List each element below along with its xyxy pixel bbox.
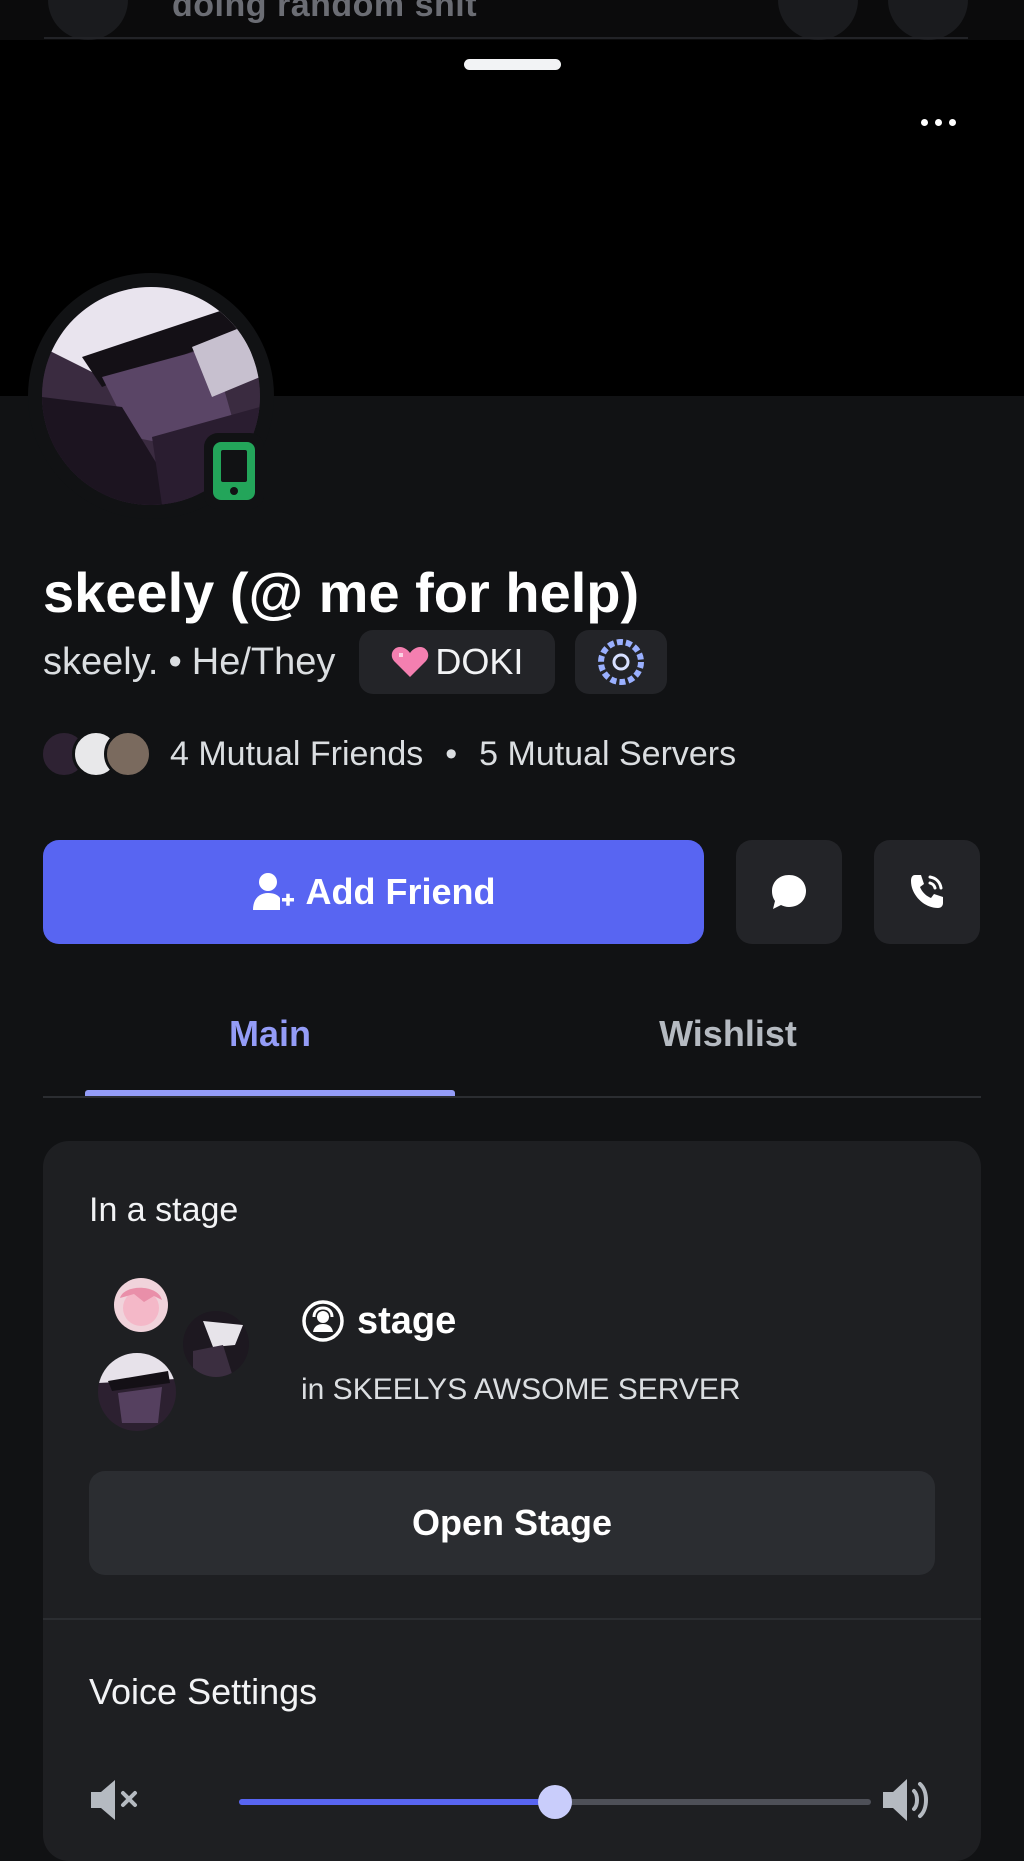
profile-tabs: Main Wishlist (43, 990, 981, 1098)
call-button[interactable] (874, 840, 980, 944)
add-user-icon (252, 873, 294, 910)
mutual-friend-avatar (104, 730, 152, 778)
members-icon (778, 0, 858, 40)
chat-bubble-icon (772, 875, 806, 909)
more-options-button[interactable] (908, 102, 968, 142)
sheet-drag-handle[interactable] (464, 59, 561, 70)
add-friend-button[interactable]: Add Friend (43, 840, 704, 944)
mobile-status-badge (204, 433, 264, 509)
message-button[interactable] (736, 840, 842, 944)
volume-mute-icon[interactable] (89, 1777, 145, 1823)
add-friend-label: Add Friend (305, 871, 496, 912)
server-tag[interactable]: DOKI (359, 630, 556, 694)
pronouns: He/They (191, 640, 336, 683)
more-icon (888, 0, 968, 40)
activity-card: In a stage stage in SKEELYS AWSOME SERVE… (43, 1141, 981, 1861)
stage-title-row: stage (301, 1299, 456, 1343)
volume-slider-fill (239, 1799, 555, 1805)
more-dot-icon (948, 118, 956, 126)
phone-call-icon (911, 875, 943, 908)
server-tag-label: DOKI (435, 641, 524, 682)
back-icon (48, 0, 128, 40)
more-dot-icon (920, 118, 928, 126)
stage-server-name: in SKEELYS AWSOME SERVER (301, 1373, 741, 1406)
volume-max-icon[interactable] (881, 1775, 935, 1825)
stage-participant-avatar (98, 1353, 176, 1431)
username: skeely. (43, 640, 159, 683)
open-stage-button[interactable]: Open Stage (89, 1471, 935, 1575)
mutual-friends-count[interactable]: 4 Mutual Friends (170, 735, 423, 774)
tab-wishlist[interactable]: Wishlist (543, 990, 913, 1078)
stage-icon (302, 1300, 344, 1342)
more-dot-icon (934, 118, 942, 126)
stage-name: stage (357, 1299, 457, 1342)
volume-slider-row (89, 1769, 935, 1829)
profile-badge[interactable] (575, 630, 668, 694)
mutuals-row[interactable]: 4 Mutual Friends • 5 Mutual Servers (40, 726, 736, 782)
laurel-badge-icon (598, 639, 645, 685)
voice-settings-heading: Voice Settings (89, 1671, 318, 1712)
volume-slider-thumb[interactable] (538, 1785, 572, 1819)
tab-main[interactable]: Main (85, 990, 455, 1078)
activity-heading: In a stage (89, 1191, 239, 1229)
display-name: skeely (@ me for help) (43, 561, 640, 624)
profile-subtitle: skeely. • He/They DOKI (43, 630, 668, 694)
active-tab-indicator (85, 1090, 455, 1096)
stage-participant-avatar (183, 1311, 249, 1377)
phone-icon (213, 442, 255, 500)
background-sheet-title: doing random shit (172, 0, 478, 24)
mutual-servers-count[interactable]: 5 Mutual Servers (479, 735, 736, 774)
stage-participant-avatar (114, 1278, 168, 1332)
divider (43, 1618, 981, 1620)
background-sheet: doing random shit (0, 0, 1024, 40)
heart-icon (392, 647, 429, 677)
